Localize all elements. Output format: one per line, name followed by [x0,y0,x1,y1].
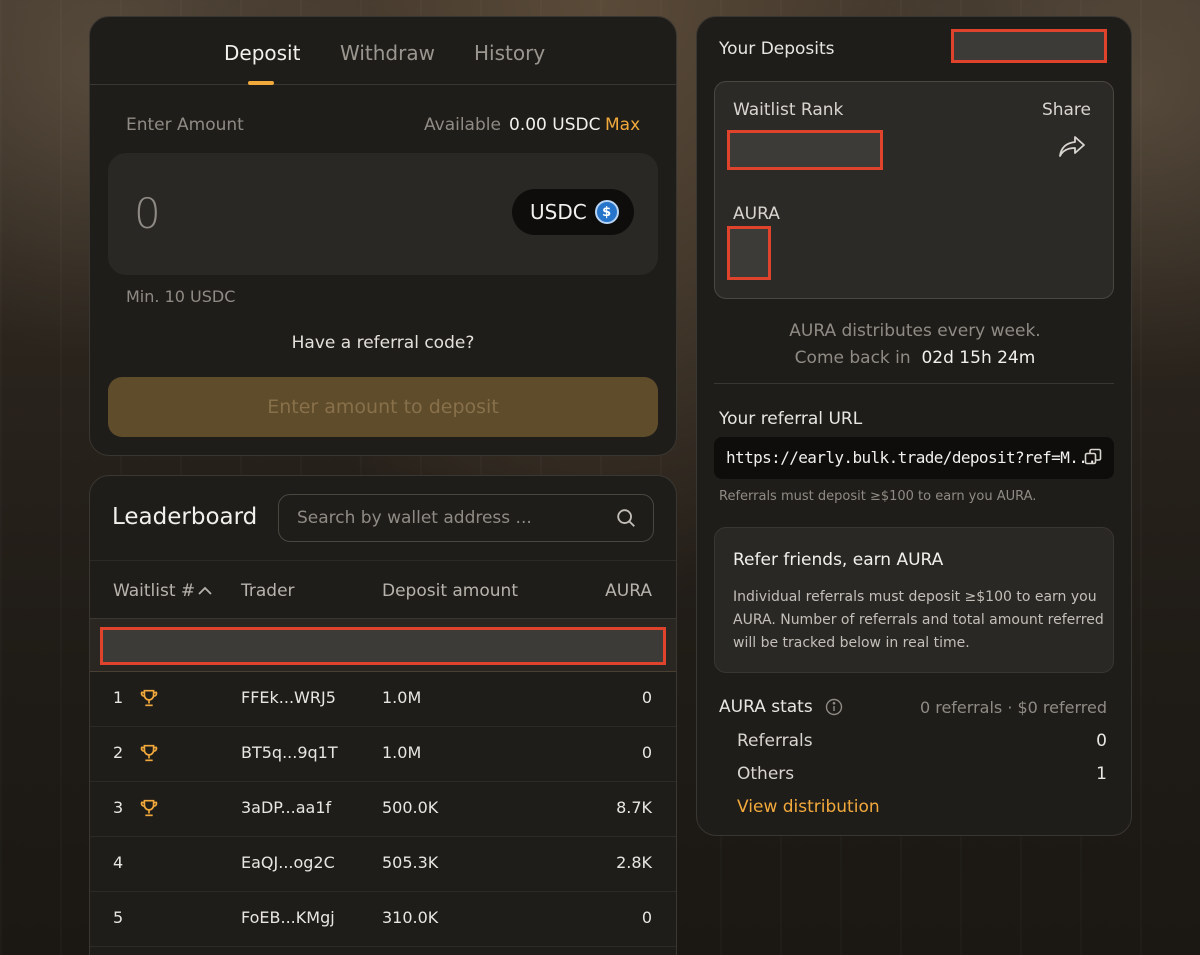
leaderboard-header: Waitlist # Trader Deposit amount AURA [90,560,676,618]
row-deposit: 1.0M [382,688,422,707]
deposit-tabs: Deposit Withdraw History [90,17,676,85]
row-trader: BT5q...9q1T [241,743,338,762]
tab-history[interactable]: History [474,41,545,65]
redaction-box [100,627,666,665]
own-row-redacted [90,618,676,672]
deposit-submit-button[interactable]: Enter amount to deposit [108,377,658,437]
row-rank: 3 [113,798,124,817]
row-deposit: 500.0K [382,798,439,817]
row-rank: 2 [113,743,124,762]
table-row[interactable]: 4 EaQJ...og2C 505.3K 2.8K [90,837,676,892]
sort-ascending-icon[interactable] [198,585,212,597]
token-label: USDC [530,200,587,224]
row-trader: FFEk...WRJ5 [241,688,336,707]
search-icon[interactable] [615,507,637,529]
leaderboard-panel: Leaderboard Waitlist # Trader Deposit am… [89,475,677,955]
view-distribution-link[interactable]: View distribution [737,797,880,817]
trophy-icon [140,799,158,817]
table-row[interactable]: 2 BT5q...9q1T 1.0M 0 [90,727,676,782]
aura-label: AURA [733,204,780,224]
min-amount-label: Min. 10 USDC [126,287,236,306]
col-trader: Trader [241,581,295,601]
table-row[interactable]: 1 FFEk...WRJ5 1.0M 0 [90,672,676,727]
trophy-icon [140,744,158,762]
row-aura: 0 [641,688,652,707]
divider [714,383,1114,384]
token-selector[interactable]: USDC $ [512,189,634,235]
col-waitlist[interactable]: Waitlist # [113,581,195,601]
waitlist-rank-card: Waitlist Rank Share AURA [714,81,1114,299]
row-trader: FoEB...KMgj [241,908,335,927]
your-deposits-title: Your Deposits [719,39,835,59]
row-aura: 8.7K [616,798,652,817]
referral-note: Referrals must deposit ≥$100 to earn you… [719,489,1037,504]
refer-friends-card: Refer friends, earn AURA Individual refe… [714,527,1114,673]
max-button[interactable]: Max [605,115,640,135]
search-box[interactable] [278,494,654,542]
copy-icon[interactable] [1084,448,1102,466]
info-icon[interactable] [825,698,843,716]
table-row[interactable]: 3 3aDP...aa1f 500.0K 8.7K [90,782,676,837]
deposit-panel: Deposit Withdraw History Enter Amount Av… [89,16,677,456]
enter-amount-label: Enter Amount [126,115,244,135]
share-button[interactable]: Share [1042,100,1091,120]
redaction-box [727,130,883,170]
leaderboard-title: Leaderboard [112,504,258,530]
stat-label-others: Others [737,764,795,784]
countdown-prefix: Come back in [794,348,911,368]
distribution-info: AURA distributes every week. [789,321,1041,341]
share-icon[interactable] [1057,134,1087,160]
waitlist-rank-label: Waitlist Rank [733,100,844,120]
tab-deposit[interactable]: Deposit [224,41,300,65]
row-trader: 3aDP...aa1f [241,798,332,817]
usdc-icon: $ [594,200,619,224]
stats-summary: 0 referrals · $0 referred [919,698,1107,717]
row-trader: EaQJ...og2C [241,853,335,872]
row-deposit: 310.0K [382,908,439,927]
col-aura: AURA [605,581,652,601]
stat-value-referrals: 0 [1096,731,1107,751]
row-rank: 1 [113,688,124,707]
tab-withdraw[interactable]: Withdraw [340,41,435,65]
redaction-box [727,226,771,280]
amount-input[interactable]: 0 [134,189,161,238]
row-aura: 0 [641,743,652,762]
available-value: 0.00 USDC [509,115,601,135]
row-rank: 4 [113,853,124,872]
referral-url[interactable]: https://early.bulk.trade/deposit?ref=M..… [726,448,1097,467]
row-aura: 2.8K [616,853,652,872]
col-deposit: Deposit amount [382,581,518,601]
amount-input-box[interactable]: 0 USDC $ [108,153,658,275]
redaction-box [951,29,1107,63]
refer-card-title: Refer friends, earn AURA [733,550,944,570]
referral-url-box[interactable]: https://early.bulk.trade/deposit?ref=M..… [714,437,1114,479]
distribution-countdown-line: Come back in 02d 15h 24m [697,348,1133,368]
trophy-icon [140,689,158,707]
active-tab-indicator [248,81,274,85]
row-deposit: 505.3K [382,853,439,872]
countdown-value: 02d 15h 24m [921,348,1036,368]
refer-card-body: Individual referrals must deposit ≥$100 … [733,589,1104,651]
search-input[interactable] [297,495,597,541]
referral-code-link[interactable]: Have a referral code? [90,333,676,353]
row-rank: 5 [113,908,124,927]
stat-value-others: 1 [1096,764,1107,784]
referral-url-label: Your referral URL [719,409,863,429]
available-label: Available [424,115,501,135]
row-deposit: 1.0M [382,743,422,762]
your-deposits-panel: Your Deposits Waitlist Rank Share AURA A… [696,16,1132,836]
stat-label-referrals: Referrals [737,731,813,751]
table-row[interactable]: 5 FoEB...KMgj 310.0K 0 [90,892,676,947]
aura-stats-title: AURA stats [719,697,813,717]
row-aura: 0 [641,908,652,927]
